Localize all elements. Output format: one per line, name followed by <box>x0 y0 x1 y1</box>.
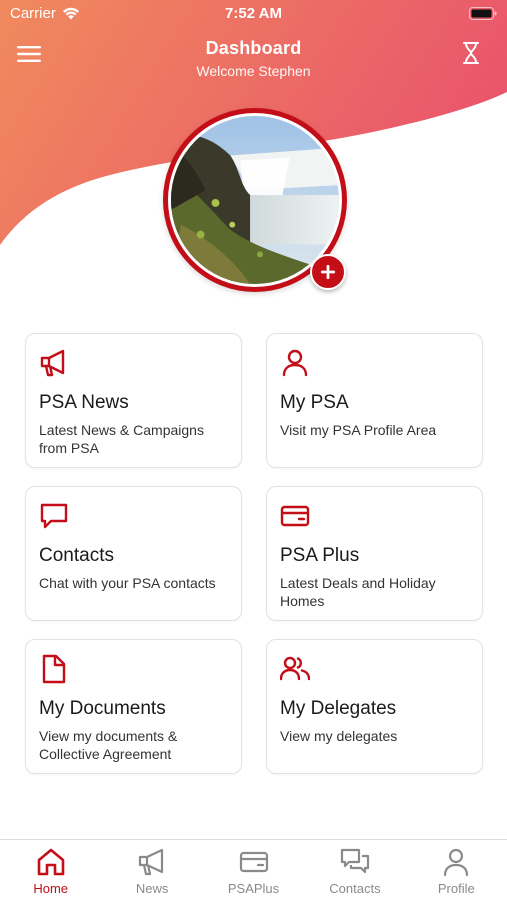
card-description: Chat with your PSA contacts <box>39 575 216 591</box>
megaphone-icon <box>40 349 65 377</box>
timer-button[interactable] <box>459 38 483 68</box>
chat-bubble-icon <box>40 503 68 529</box>
header-titles: Dashboard Welcome Stephen <box>0 38 507 79</box>
bottom-tab-bar: Home News PSAPlus Contacts Profile <box>0 839 507 900</box>
card-description: View my documents & Collective Agreement <box>39 728 178 762</box>
megaphone-icon <box>139 848 164 876</box>
tab-home[interactable]: Home <box>0 840 101 900</box>
top-navigation: Dashboard Welcome Stephen <box>0 36 507 86</box>
home-icon <box>37 848 65 876</box>
card-my-documents[interactable]: My Documents View my documents & Collect… <box>25 639 242 774</box>
card-psa-plus[interactable]: PSA Plus Latest Deals and Holiday Homes <box>266 486 483 621</box>
card-contacts[interactable]: Contacts Chat with your PSA contacts <box>25 486 242 621</box>
card-my-delegates[interactable]: My Delegates View my delegates <box>266 639 483 774</box>
welcome-subtitle: Welcome Stephen <box>196 63 311 79</box>
tab-label: PSAPlus <box>227 881 280 896</box>
card-title: Contacts <box>39 545 114 566</box>
tab-psaplus[interactable]: PSAPlus <box>203 840 304 900</box>
card-my-psa[interactable]: My PSA Visit my PSA Profile Area <box>266 333 483 468</box>
page-title: Dashboard <box>205 38 302 58</box>
hourglass-icon <box>463 42 479 64</box>
dashboard-grid: PSA News Latest News & Campaigns from PS… <box>25 333 484 774</box>
card-description: Visit my PSA Profile Area <box>280 422 437 438</box>
tab-label: Profile <box>437 881 475 896</box>
profile-photo[interactable] <box>163 108 347 292</box>
tab-label: News <box>135 881 169 896</box>
tab-profile[interactable]: Profile <box>406 840 507 900</box>
person-icon <box>444 848 469 877</box>
status-time: 7:52 AM <box>225 5 282 22</box>
tab-news[interactable]: News <box>101 840 202 900</box>
card-title: PSA Plus <box>280 545 360 566</box>
card-icon <box>239 851 268 873</box>
plus-icon <box>321 265 335 279</box>
tab-contacts[interactable]: Contacts <box>304 840 405 900</box>
card-description: Latest Deals and Holiday Homes <box>280 575 436 609</box>
tab-label: Home <box>33 881 69 896</box>
card-psa-news[interactable]: PSA News Latest News & Campaigns from PS… <box>25 333 242 468</box>
person-icon <box>282 349 308 377</box>
card-description: View my delegates <box>280 728 398 744</box>
people-icon <box>280 656 310 681</box>
battery-icon <box>469 7 497 20</box>
document-icon <box>42 654 66 684</box>
status-bar: Carrier 7:52 AM <box>0 0 507 30</box>
add-photo-button[interactable] <box>310 254 346 290</box>
card-icon <box>280 505 310 527</box>
tab-label: Contacts <box>329 881 381 896</box>
card-description: Latest News & Campaigns from PSA <box>39 422 204 456</box>
card-title: My PSA <box>280 392 349 413</box>
card-title: My Documents <box>39 698 166 719</box>
card-title: My Delegates <box>280 698 397 719</box>
card-title: PSA News <box>39 392 129 413</box>
chat-bubbles-icon <box>340 848 370 874</box>
